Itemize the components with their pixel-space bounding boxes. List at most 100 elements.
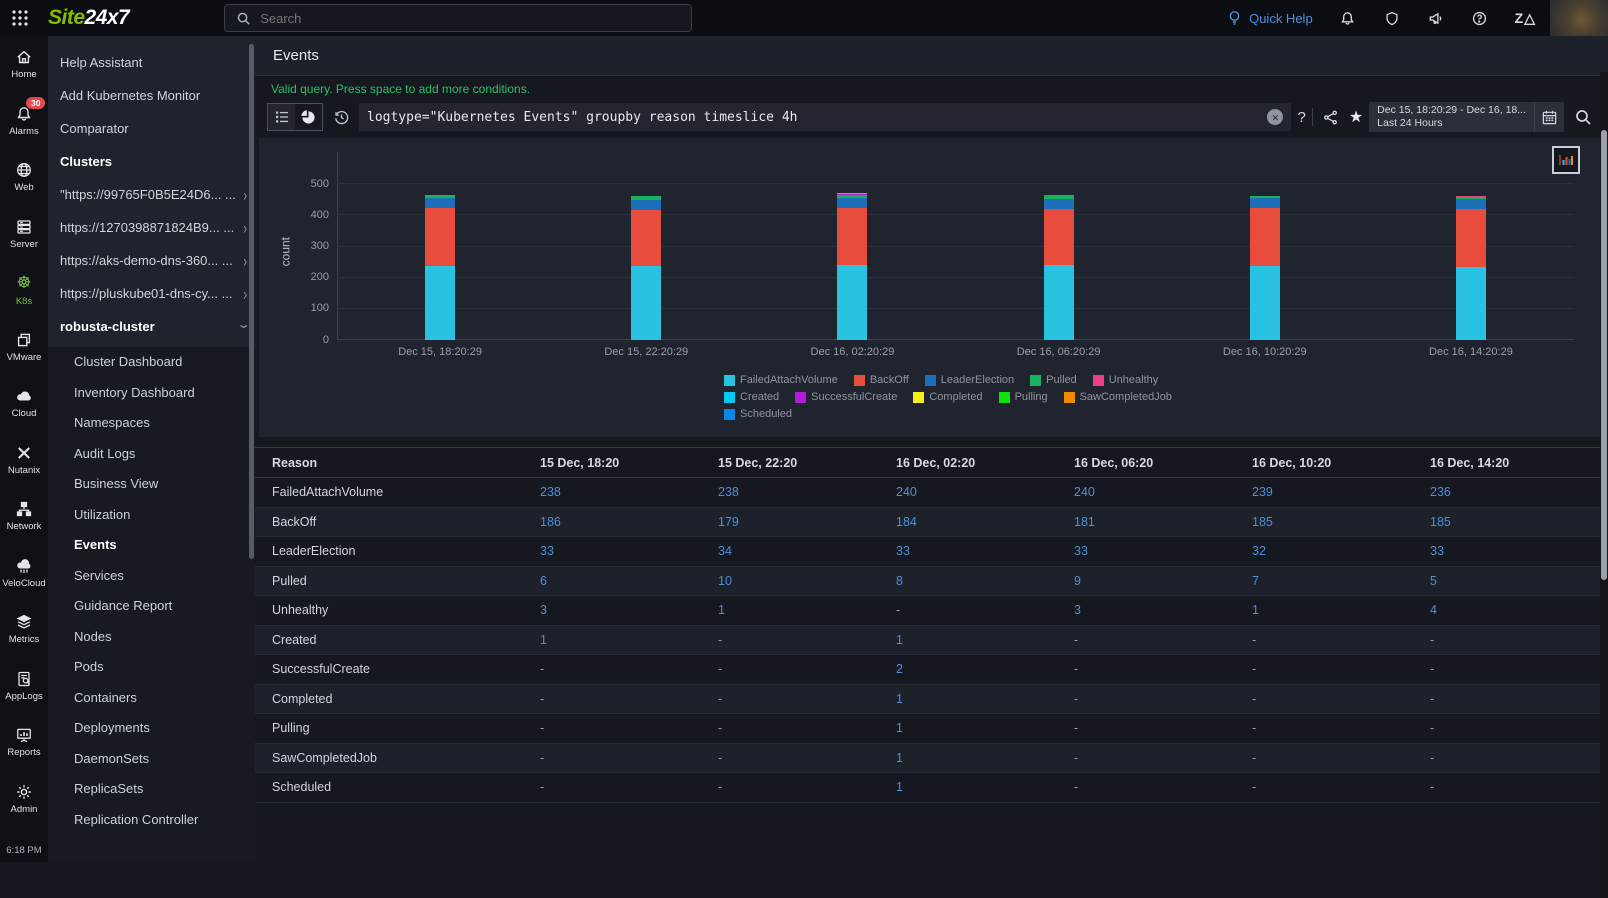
page-scrollbar[interactable] <box>1601 130 1607 580</box>
count-link[interactable]: 3 <box>540 603 718 617</box>
quick-help-button[interactable]: Quick Help <box>1225 9 1313 27</box>
sidebar-item-audit-logs[interactable]: Audit Logs <box>48 439 255 470</box>
bar-segment-FailedAttachVolume[interactable] <box>1044 265 1074 340</box>
zia-assistant-icon[interactable]: Z△ <box>1515 10 1536 27</box>
count-link[interactable]: 33 <box>896 544 1074 558</box>
count-link[interactable]: 185 <box>1252 515 1430 529</box>
count-link[interactable]: 34 <box>718 544 896 558</box>
rail-item-vmware[interactable]: VMware <box>0 319 48 376</box>
count-link[interactable]: 1 <box>896 780 1074 794</box>
count-link[interactable]: 6 <box>540 574 718 588</box>
count-link[interactable]: 236 <box>1430 485 1608 499</box>
favorite-star-icon[interactable]: ★ <box>1349 107 1363 127</box>
clear-query-icon[interactable]: ✕ <box>1267 109 1283 125</box>
search-input[interactable] <box>260 11 681 26</box>
list-view-icon[interactable] <box>268 104 295 130</box>
stacked-bar-Dec-16-14-20-29[interactable] <box>1456 196 1486 340</box>
user-avatar[interactable] <box>1550 0 1608 36</box>
count-link[interactable]: 33 <box>540 544 718 558</box>
sidebar-item-robusta-cluster[interactable]: robusta-cluster › <box>48 310 255 343</box>
count-link[interactable]: 238 <box>718 485 896 499</box>
sidebar-item-containers[interactable]: Containers <box>48 683 255 714</box>
apps-grid-icon[interactable] <box>0 9 40 27</box>
bar-segment-BackOff[interactable] <box>1456 209 1486 267</box>
sidebar-item-services[interactable]: Services <box>48 561 255 592</box>
count-link[interactable]: 3 <box>1074 603 1252 617</box>
bar-segment-BackOff[interactable] <box>1250 208 1280 266</box>
sidebar-item-daemonsets[interactable]: DaemonSets <box>48 744 255 775</box>
rail-item-alarms[interactable]: Alarms30 <box>0 93 48 150</box>
query-history-icon[interactable] <box>329 105 353 129</box>
bar-segment-LeaderElection[interactable] <box>425 198 455 208</box>
count-link[interactable]: 186 <box>540 515 718 529</box>
rail-item-applogs[interactable]: AppLogs <box>0 658 48 715</box>
announcements-megaphone-icon[interactable] <box>1427 9 1445 27</box>
legend-item-LeaderElection[interactable]: LeaderElection <box>925 374 1014 386</box>
count-link[interactable]: 1 <box>540 633 718 647</box>
rail-item-cloud[interactable]: Cloud <box>0 375 48 432</box>
sidebar-item-business-view[interactable]: Business View <box>48 469 255 500</box>
stacked-bar-Dec-15-18-20-29[interactable] <box>425 195 455 340</box>
site24x7-logo[interactable]: Site24x7 <box>48 6 129 30</box>
count-link[interactable]: 238 <box>540 485 718 499</box>
rail-item-home[interactable]: Home <box>0 36 48 93</box>
bar-segment-FailedAttachVolume[interactable] <box>1250 266 1280 340</box>
stacked-bar-Dec-16-10-20-29[interactable] <box>1250 196 1280 340</box>
rail-item-nutanix[interactable]: Nutanix <box>0 432 48 489</box>
sidebar-item-utilization[interactable]: Utilization <box>48 500 255 531</box>
legend-item-Unhealthy[interactable]: Unhealthy <box>1093 374 1159 386</box>
shield-icon[interactable] <box>1383 9 1401 27</box>
legend-item-Scheduled[interactable]: Scheduled <box>724 408 792 420</box>
count-link[interactable]: 1 <box>896 751 1074 765</box>
sidebar-item-replication-controller[interactable]: Replication Controller <box>48 805 255 836</box>
bar-segment-LeaderElection[interactable] <box>1250 198 1280 208</box>
sidebar-item-cluster-dashboard[interactable]: Cluster Dashboard <box>48 347 255 378</box>
count-link[interactable]: 7 <box>1252 574 1430 588</box>
count-link[interactable]: 33 <box>1074 544 1252 558</box>
sidebar-item-add-kubernetes-monitor[interactable]: Add Kubernetes Monitor <box>48 79 255 112</box>
legend-item-Pulling[interactable]: Pulling <box>999 391 1048 403</box>
query-input[interactable]: logtype="Kubernetes Events" groupby reas… <box>359 103 1291 131</box>
calendar-icon[interactable] <box>1534 102 1564 132</box>
rail-item-metrics[interactable]: Metrics <box>0 601 48 658</box>
count-link[interactable]: 1 <box>896 633 1074 647</box>
sidebar-item-guidance-report[interactable]: Guidance Report <box>48 591 255 622</box>
count-link[interactable]: 181 <box>1074 515 1252 529</box>
sidebar-item-inventory-dashboard[interactable]: Inventory Dashboard <box>48 378 255 409</box>
rail-item-k8s[interactable]: ☸K8s <box>0 262 48 319</box>
count-link[interactable]: 2 <box>896 662 1074 676</box>
legend-item-Completed[interactable]: Completed <box>913 391 982 403</box>
rail-item-admin[interactable]: Admin <box>0 771 48 828</box>
stacked-bar-Dec-16-02-20-29[interactable] <box>837 193 867 340</box>
count-link[interactable]: 1 <box>718 603 896 617</box>
count-link[interactable]: 4 <box>1430 603 1608 617</box>
count-link[interactable]: 1 <box>896 721 1074 735</box>
count-link[interactable]: 9 <box>1074 574 1252 588</box>
count-link[interactable]: 33 <box>1430 544 1608 558</box>
sidebar-item-pods[interactable]: Pods <box>48 652 255 683</box>
legend-item-FailedAttachVolume[interactable]: FailedAttachVolume <box>724 374 838 386</box>
bar-segment-LeaderElection[interactable] <box>1044 199 1074 209</box>
count-link[interactable]: 1 <box>896 692 1074 706</box>
bar-segment-LeaderElection[interactable] <box>1456 199 1486 209</box>
run-search-icon[interactable] <box>1570 108 1596 126</box>
bar-segment-BackOff[interactable] <box>631 210 661 266</box>
sidebar-item-nodes[interactable]: Nodes <box>48 622 255 653</box>
bar-segment-FailedAttachVolume[interactable] <box>631 266 661 340</box>
legend-item-Pulled[interactable]: Pulled <box>1030 374 1077 386</box>
sidebar-cluster-url-4[interactable]: https://pluskube01-dns-cy... ...› <box>48 277 255 310</box>
bar-segment-LeaderElection[interactable] <box>837 198 867 208</box>
legend-item-BackOff[interactable]: BackOff <box>854 374 909 386</box>
rail-item-server[interactable]: Server <box>0 206 48 263</box>
bar-segment-FailedAttachVolume[interactable] <box>1456 267 1486 341</box>
rail-item-velocloud[interactable]: VeloCloud <box>0 545 48 602</box>
stacked-bar-Dec-16-06-20-29[interactable] <box>1044 195 1074 340</box>
share-icon[interactable] <box>1319 105 1343 129</box>
sidebar-cluster-url-1[interactable]: "https://99765F0B5E24D6... ...› <box>48 178 255 211</box>
stacked-bar-Dec-15-22-20-29[interactable] <box>631 196 661 340</box>
legend-item-SawCompletedJob[interactable]: SawCompletedJob <box>1064 391 1172 403</box>
rail-item-web[interactable]: Web <box>0 149 48 206</box>
count-link[interactable]: 5 <box>1430 574 1608 588</box>
bar-segment-BackOff[interactable] <box>1044 209 1074 265</box>
sidebar-cluster-url-3[interactable]: https://aks-demo-dns-360... ...› <box>48 244 255 277</box>
